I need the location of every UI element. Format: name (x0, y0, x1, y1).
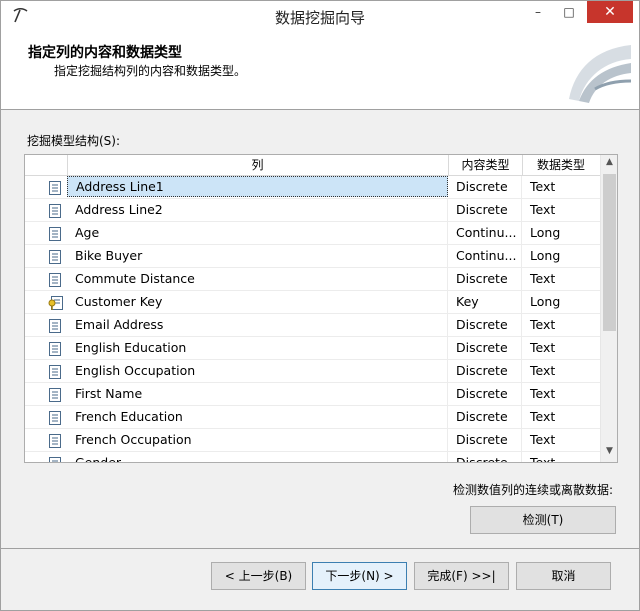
column-name-cell[interactable]: Bike Buyer (67, 245, 448, 267)
table-row[interactable]: English Occupation Discrete Text (25, 360, 600, 383)
column-name-cell[interactable]: Gender (67, 452, 448, 462)
table-row[interactable]: French Occupation Discrete Text (25, 429, 600, 452)
column-name-cell[interactable]: Age (67, 222, 448, 244)
page-subtitle: 指定挖掘结构列的内容和数据类型。 (54, 64, 247, 78)
column-name-cell[interactable]: Customer Key (67, 291, 448, 313)
data-type-cell[interactable]: Text (523, 314, 599, 336)
table-row[interactable]: English Education Discrete Text (25, 337, 600, 360)
data-type-cell[interactable]: Text (523, 383, 599, 405)
table-row[interactable]: First Name Discrete Text (25, 383, 600, 406)
content-type-cell[interactable]: Discrete (449, 268, 522, 290)
detect-label: 检测数值列的连续或离散数据: (453, 483, 614, 497)
page-title: 指定列的内容和数据类型 (28, 45, 182, 61)
minimize-button[interactable]: – (523, 1, 553, 23)
data-type-cell[interactable]: Text (523, 176, 599, 198)
data-type-cell[interactable]: Text (523, 360, 599, 382)
column-icon (48, 249, 66, 264)
cancel-button[interactable]: 取消 (516, 562, 611, 590)
footer-divider (1, 548, 639, 549)
column-name-cell[interactable]: English Education (67, 337, 448, 359)
next-button[interactable]: 下一步(N) > (312, 562, 407, 590)
wizard-banner-icon (569, 45, 631, 103)
column-icon (48, 410, 66, 425)
data-type-cell[interactable]: Text (523, 268, 599, 290)
content-type-cell[interactable]: Discrete (449, 406, 522, 428)
content-type-cell[interactable]: Key (449, 291, 522, 313)
finish-button[interactable]: 完成(F) >>| (414, 562, 509, 590)
content-type-cell[interactable]: Discrete (449, 314, 522, 336)
scroll-down-icon[interactable]: ▼ (601, 446, 617, 460)
content-type-cell[interactable]: Discrete (449, 452, 522, 462)
header-icon-column (25, 155, 68, 175)
back-button[interactable]: < 上一步(B) (211, 562, 306, 590)
scroll-thumb[interactable] (603, 174, 616, 331)
content-type-cell[interactable]: Continu... (449, 222, 522, 244)
column-name-cell[interactable]: Address Line2 (67, 199, 448, 221)
column-icon (48, 364, 66, 379)
column-name-cell[interactable]: English Occupation (67, 360, 448, 382)
content-type-cell[interactable]: Discrete (449, 360, 522, 382)
column-name-cell[interactable]: First Name (67, 383, 448, 405)
content-type-cell[interactable]: Discrete (449, 337, 522, 359)
column-icon (48, 456, 66, 462)
table-row[interactable]: Email Address Discrete Text (25, 314, 600, 337)
table-row[interactable]: Address Line1 Discrete Text (25, 176, 600, 199)
title-bar: 数据挖掘向导 – □ ✕ (1, 1, 639, 31)
column-icon (48, 226, 66, 241)
content-type-cell[interactable]: Discrete (449, 383, 522, 405)
content-type-cell[interactable]: Discrete (449, 199, 522, 221)
column-name-cell[interactable]: Commute Distance (67, 268, 448, 290)
column-name-cell[interactable]: French Education (67, 406, 448, 428)
content-type-cell[interactable]: Continu... (449, 245, 522, 267)
maximize-button[interactable]: □ (554, 1, 584, 23)
table-row[interactable]: Address Line2 Discrete Text (25, 199, 600, 222)
grid-rows: Address Line1 Discrete Text Address Line2 Di… (25, 176, 600, 462)
detect-button[interactable]: 检测(T) (470, 506, 616, 534)
close-button[interactable]: ✕ (587, 1, 633, 23)
header-data-type[interactable]: 数据类型 (523, 155, 599, 175)
structure-label: 挖掘模型结构(S): (27, 134, 121, 148)
table-row[interactable]: Age Continu... Long (25, 222, 600, 245)
table-row[interactable]: Commute Distance Discrete Text (25, 268, 600, 291)
data-type-cell[interactable]: Long (523, 245, 599, 267)
column-icon (48, 433, 66, 448)
wizard-header: 指定列的内容和数据类型 指定挖掘结构列的内容和数据类型。 (1, 31, 639, 110)
column-name-cell[interactable]: Email Address (67, 314, 448, 336)
column-name-cell[interactable]: French Occupation (67, 429, 448, 451)
data-type-cell[interactable]: Text (523, 199, 599, 221)
table-row[interactable]: Gender Discrete Text (25, 452, 600, 462)
content-type-cell[interactable]: Discrete (449, 429, 522, 451)
data-type-cell[interactable]: Text (523, 452, 599, 462)
column-icon (48, 387, 66, 402)
header-content-type[interactable]: 内容类型 (449, 155, 523, 175)
grid-header: 列 内容类型 数据类型 (25, 155, 600, 176)
scroll-up-icon[interactable]: ▲ (601, 157, 617, 171)
data-type-cell[interactable]: Long (523, 222, 599, 244)
column-icon (48, 341, 66, 356)
content-type-cell[interactable]: Discrete (449, 176, 522, 198)
table-row[interactable]: Customer Key Key Long (25, 291, 600, 314)
table-row[interactable]: French Education Discrete Text (25, 406, 600, 429)
column-icon (48, 318, 66, 333)
column-icon (48, 272, 66, 287)
key-column-icon (48, 295, 66, 310)
vertical-scrollbar[interactable]: ▲ ▼ (600, 155, 617, 462)
data-type-cell[interactable]: Text (523, 429, 599, 451)
data-type-cell[interactable]: Long (523, 291, 599, 313)
wizard-window: 数据挖掘向导 – □ ✕ 指定列的内容和数据类型 指定挖掘结构列的内容和数据类型… (0, 0, 640, 611)
data-type-cell[interactable]: Text (523, 337, 599, 359)
column-icon (48, 203, 66, 218)
column-name-cell[interactable]: Address Line1 (67, 176, 448, 197)
column-icon (48, 180, 66, 195)
table-row[interactable]: Bike Buyer Continu... Long (25, 245, 600, 268)
structure-grid[interactable]: 列 内容类型 数据类型 Address Line1 Discrete Text Add… (24, 154, 618, 463)
header-column[interactable]: 列 (67, 155, 449, 175)
data-type-cell[interactable]: Text (523, 406, 599, 428)
